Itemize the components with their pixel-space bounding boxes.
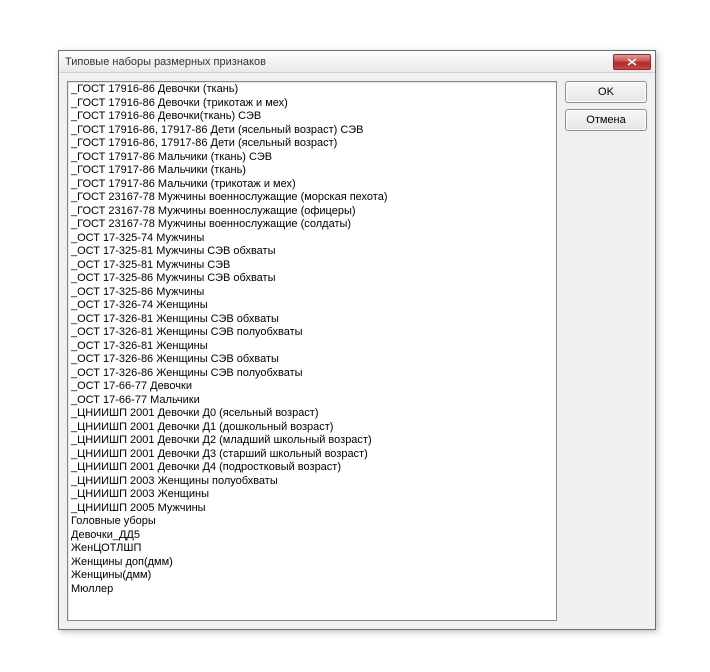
client-area: _ГОСТ 17916-86 Девочки (ткань)_ГОСТ 1791… (59, 73, 655, 629)
list-item[interactable]: _ОСТ 17-326-81 Женщины (70, 340, 554, 354)
list-item[interactable]: _ОСТ 17-326-86 Женщины СЭВ полуобхваты (70, 367, 554, 381)
list-item[interactable]: _ОСТ 17-326-74 Женщины (70, 299, 554, 313)
list-item[interactable]: _ОСТ 17-66-77 Мальчики (70, 394, 554, 408)
list-item[interactable]: _ЦНИИШП 2001 Девочки Д1 (дошкольный возр… (70, 421, 554, 435)
list-item[interactable]: _ЦНИИШП 2005 Мужчины (70, 502, 554, 516)
window-title: Типовые наборы размерных признаков (65, 56, 613, 68)
list-item[interactable]: _ЦНИИШП 2003 Женщины (70, 488, 554, 502)
list-item[interactable]: _ЦНИИШП 2003 Женщины полуобхваты (70, 475, 554, 489)
list-item[interactable]: _ГОСТ 17917-86 Мальчики (ткань) СЭВ (70, 151, 554, 165)
list-item[interactable]: _ОСТ 17-326-86 Женщины СЭВ обхваты (70, 353, 554, 367)
list-item[interactable]: Мюллер (70, 583, 554, 597)
list-item[interactable]: _ОСТ 17-325-81 Мужчины СЭВ обхваты (70, 245, 554, 259)
list-item[interactable]: Головные уборы (70, 515, 554, 529)
list-item[interactable]: _ОСТ 17-325-86 Мужчины СЭВ обхваты (70, 272, 554, 286)
list-item[interactable]: Девочки_ДД5 (70, 529, 554, 543)
list-item[interactable]: _ОСТ 17-326-81 Женщины СЭВ обхваты (70, 313, 554, 327)
list-item[interactable]: _ЦНИИШП 2001 Девочки Д2 (младший школьны… (70, 434, 554, 448)
list-item[interactable]: _ГОСТ 17916-86 Девочки (трикотаж и мех) (70, 97, 554, 111)
list-item[interactable]: _ЦНИИШП 2001 Девочки Д3 (старший школьны… (70, 448, 554, 462)
list-item[interactable]: _ГОСТ 17917-86 Мальчики (ткань) (70, 164, 554, 178)
list-item[interactable]: _ГОСТ 17916-86 Девочки (ткань) (70, 83, 554, 97)
list-item[interactable]: _ГОСТ 23167-78 Мужчины военнослужащие (м… (70, 191, 554, 205)
list-item[interactable]: _ОСТ 17-325-86 Мужчины (70, 286, 554, 300)
ok-button[interactable]: OK (565, 81, 647, 103)
list-item[interactable]: _ГОСТ 23167-78 Мужчины военнослужащие (с… (70, 218, 554, 232)
button-column: OK Отмена (565, 81, 647, 137)
list-item[interactable]: Женщины доп(дмм) (70, 556, 554, 570)
list-item[interactable]: _ОСТ 17-326-81 Женщины СЭВ полуобхваты (70, 326, 554, 340)
ok-button-label: OK (598, 86, 614, 98)
list-item[interactable]: _ЦНИИШП 2001 Девочки Д0 (ясельный возрас… (70, 407, 554, 421)
list-item[interactable]: _ГОСТ 17916-86, 17917-86 Дети (ясельный … (70, 124, 554, 138)
close-button[interactable] (613, 54, 651, 70)
list-item[interactable]: _ГОСТ 17916-86, 17917-86 Дети (ясельный … (70, 137, 554, 151)
size-sets-listbox[interactable]: _ГОСТ 17916-86 Девочки (ткань)_ГОСТ 1791… (67, 81, 557, 621)
list-item[interactable]: Женщины(дмм) (70, 569, 554, 583)
close-icon (627, 58, 637, 66)
list-item[interactable]: _ОСТ 17-66-77 Девочки (70, 380, 554, 394)
list-item[interactable]: _ЦНИИШП 2001 Девочки Д4 (подростковый во… (70, 461, 554, 475)
list-item[interactable]: _ГОСТ 23167-78 Мужчины военнослужащие (о… (70, 205, 554, 219)
list-item[interactable]: _ГОСТ 17916-86 Девочки(ткань) СЭВ (70, 110, 554, 124)
list-item[interactable]: ЖенЦОТЛШП (70, 542, 554, 556)
list-item[interactable]: _ОСТ 17-325-74 Мужчины (70, 232, 554, 246)
titlebar: Типовые наборы размерных признаков (59, 51, 655, 73)
cancel-button[interactable]: Отмена (565, 109, 647, 131)
dialog-window: Типовые наборы размерных признаков _ГОСТ… (58, 50, 656, 630)
list-item[interactable]: _ОСТ 17-325-81 Мужчины СЭВ (70, 259, 554, 273)
cancel-button-label: Отмена (586, 114, 625, 126)
list-item[interactable]: _ГОСТ 17917-86 Мальчики (трикотаж и мех) (70, 178, 554, 192)
